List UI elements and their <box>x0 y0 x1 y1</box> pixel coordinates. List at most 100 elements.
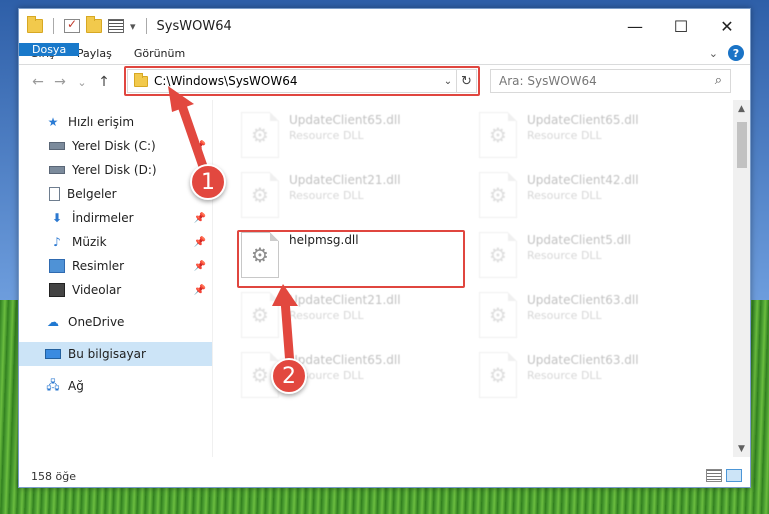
sidebar-item-network[interactable]: 🖧 Ağ <box>19 374 212 398</box>
file-name: UpdateClient21.dll <box>289 293 401 307</box>
pin-icon[interactable]: 📌 <box>194 237 206 248</box>
tab-gorunum[interactable]: Görünüm <box>123 43 196 64</box>
file-type: Resource DLL <box>527 309 602 322</box>
sidebar-item-this-pc[interactable]: Bu bilgisayar <box>19 342 212 366</box>
sidebar-item-disk-c[interactable]: Yerel Disk (C:) 📌 <box>19 134 212 158</box>
file-item[interactable]: ⚙ UpdateClient65.dll Resource DLL <box>479 112 639 158</box>
sidebar-item-quick-access[interactable]: ★ Hızlı erişim <box>19 110 212 134</box>
up-button[interactable]: ↑ <box>93 74 115 90</box>
sidebar-item-music[interactable]: ♪ Müzik 📌 <box>19 230 212 254</box>
file-type: Resource DLL <box>527 129 602 142</box>
sidebar-item-label: Belgeler <box>67 187 117 201</box>
dll-file-icon: ⚙ <box>241 292 279 338</box>
tab-dosya[interactable]: Dosya <box>19 43 80 56</box>
maximize-button[interactable]: ☐ <box>658 9 704 43</box>
sidebar-item-label: Hızlı erişim <box>68 115 135 129</box>
pin-icon[interactable]: 📌 <box>194 285 206 296</box>
forward-button[interactable]: → <box>49 74 71 90</box>
sidebar-item-label: OneDrive <box>68 315 125 329</box>
file-type: Resource DLL <box>527 369 602 382</box>
step-2-badge: 2 <box>271 358 307 394</box>
close-button[interactable]: ✕ <box>704 9 750 43</box>
sidebar-item-onedrive[interactable]: ☁ OneDrive <box>19 310 212 334</box>
chevron-down-icon[interactable]: ▾ <box>130 20 136 33</box>
help-icon[interactable]: ? <box>728 45 744 61</box>
file-item[interactable]: ⚙ UpdateClient65.dll Resource DLL <box>241 112 401 158</box>
cloud-icon: ☁ <box>47 315 59 329</box>
pin-icon[interactable]: 📌 <box>194 261 206 272</box>
window-controls: — ☐ ✕ <box>612 9 750 43</box>
sidebar-item-label: İndirmeler <box>72 211 134 225</box>
file-name: UpdateClient5.dll <box>527 233 631 247</box>
network-icon: 🖧 <box>46 377 60 392</box>
search-placeholder: Ara: SysWOW64 <box>499 74 597 88</box>
search-icon[interactable]: ⌕ <box>715 73 722 88</box>
sidebar-item-downloads[interactable]: ⬇ İndirmeler 📌 <box>19 206 212 230</box>
sidebar-item-label: Resimler <box>72 259 125 273</box>
file-item[interactable]: ⚙ UpdateClient42.dll Resource DLL <box>479 172 639 218</box>
sidebar-item-videos[interactable]: Videolar 📌 <box>19 278 212 302</box>
vertical-scrollbar[interactable]: ▲ ▼ <box>733 100 750 457</box>
file-type: Resource DLL <box>289 189 364 202</box>
sidebar-item-label: Müzik <box>72 235 107 249</box>
back-button[interactable]: ← <box>27 74 49 90</box>
file-name: UpdateClient21.dll <box>289 173 401 187</box>
dll-file-icon: ⚙ <box>479 172 517 218</box>
navigation-bar: ← → ⌄ ↑ C:\Windows\SysWOW64 ⌄ ↻ Ara: Sys… <box>19 65 750 99</box>
file-type: Resource DLL <box>527 189 602 202</box>
file-item[interactable]: ⚙ UpdateClient65.dll Resource DLL <box>241 352 401 398</box>
recent-locations-button[interactable]: ⌄ <box>71 76 93 89</box>
sidebar-item-label: Yerel Disk (D:) <box>72 163 157 177</box>
sidebar-item-pictures[interactable]: Resimler 📌 <box>19 254 212 278</box>
star-icon: ★ <box>47 115 59 129</box>
file-highlight-box <box>237 230 465 288</box>
properties-check-icon[interactable] <box>64 17 80 33</box>
scroll-down-icon[interactable]: ▼ <box>733 440 750 457</box>
new-folder-icon[interactable] <box>86 16 102 33</box>
scroll-thumb[interactable] <box>737 122 747 168</box>
step-1-badge: 1 <box>190 164 226 200</box>
main-content: ★ Hızlı erişim Yerel Disk (C:) 📌 Yerel D… <box>19 100 750 457</box>
file-item[interactable]: ⚙ UpdateClient21.dll Resource DLL <box>241 292 401 338</box>
sidebar-item-label: Ağ <box>68 379 84 393</box>
file-item[interactable]: ⚙ UpdateClient21.dll Resource DLL <box>241 172 401 218</box>
ribbon-right-controls: ⌄ ? <box>709 45 744 61</box>
file-name: UpdateClient65.dll <box>527 113 639 127</box>
music-icon: ♪ <box>53 235 61 249</box>
tiles-view-icon[interactable] <box>726 469 742 482</box>
drive-icon <box>49 166 65 174</box>
ribbon-expand-icon[interactable]: ⌄ <box>709 47 718 60</box>
customize-toolbar-icon[interactable] <box>108 19 124 33</box>
videos-icon <box>49 283 65 297</box>
scroll-up-icon[interactable]: ▲ <box>733 100 750 117</box>
file-type: Resource DLL <box>289 309 364 322</box>
dll-file-icon: ⚙ <box>241 172 279 218</box>
file-name: UpdateClient65.dll <box>289 353 401 367</box>
sidebar-item-disk-d[interactable]: Yerel Disk (D:) <box>19 158 212 182</box>
minimize-button[interactable]: — <box>612 9 658 43</box>
file-item[interactable]: ⚙ UpdateClient63.dll Resource DLL <box>479 292 639 338</box>
ribbon-tabs: Dosya Giriş Paylaş Görünüm ⌄ ? <box>19 43 750 65</box>
file-type: Resource DLL <box>289 129 364 142</box>
dll-file-icon: ⚙ <box>479 352 517 398</box>
file-item[interactable]: ⚙ UpdateClient5.dll Resource DLL <box>479 232 631 278</box>
folder-icon <box>27 16 43 33</box>
file-name: UpdateClient63.dll <box>527 293 639 307</box>
toolbar-separator <box>145 18 147 34</box>
download-icon: ⬇ <box>51 211 63 225</box>
drive-icon <box>49 142 65 150</box>
window-title: SysWOW64 <box>156 18 232 34</box>
title-bar: ▾ SysWOW64 — ☐ ✕ <box>19 9 750 43</box>
navigation-pane: ★ Hızlı erişim Yerel Disk (C:) 📌 Yerel D… <box>19 100 212 457</box>
toolbar-separator <box>53 18 54 34</box>
sidebar-item-documents[interactable]: Belgeler <box>19 182 212 206</box>
file-item[interactable]: ⚙ UpdateClient63.dll Resource DLL <box>479 352 639 398</box>
item-count: 158 öğe <box>31 469 76 483</box>
pin-icon[interactable]: 📌 <box>194 141 206 152</box>
address-highlight-box <box>124 66 480 96</box>
search-box[interactable]: Ara: SysWOW64 ⌕ <box>490 69 731 93</box>
details-view-icon[interactable] <box>706 469 722 482</box>
sidebar-item-label: Yerel Disk (C:) <box>72 139 156 153</box>
file-name: UpdateClient65.dll <box>289 113 401 127</box>
pin-icon[interactable]: 📌 <box>194 213 206 224</box>
